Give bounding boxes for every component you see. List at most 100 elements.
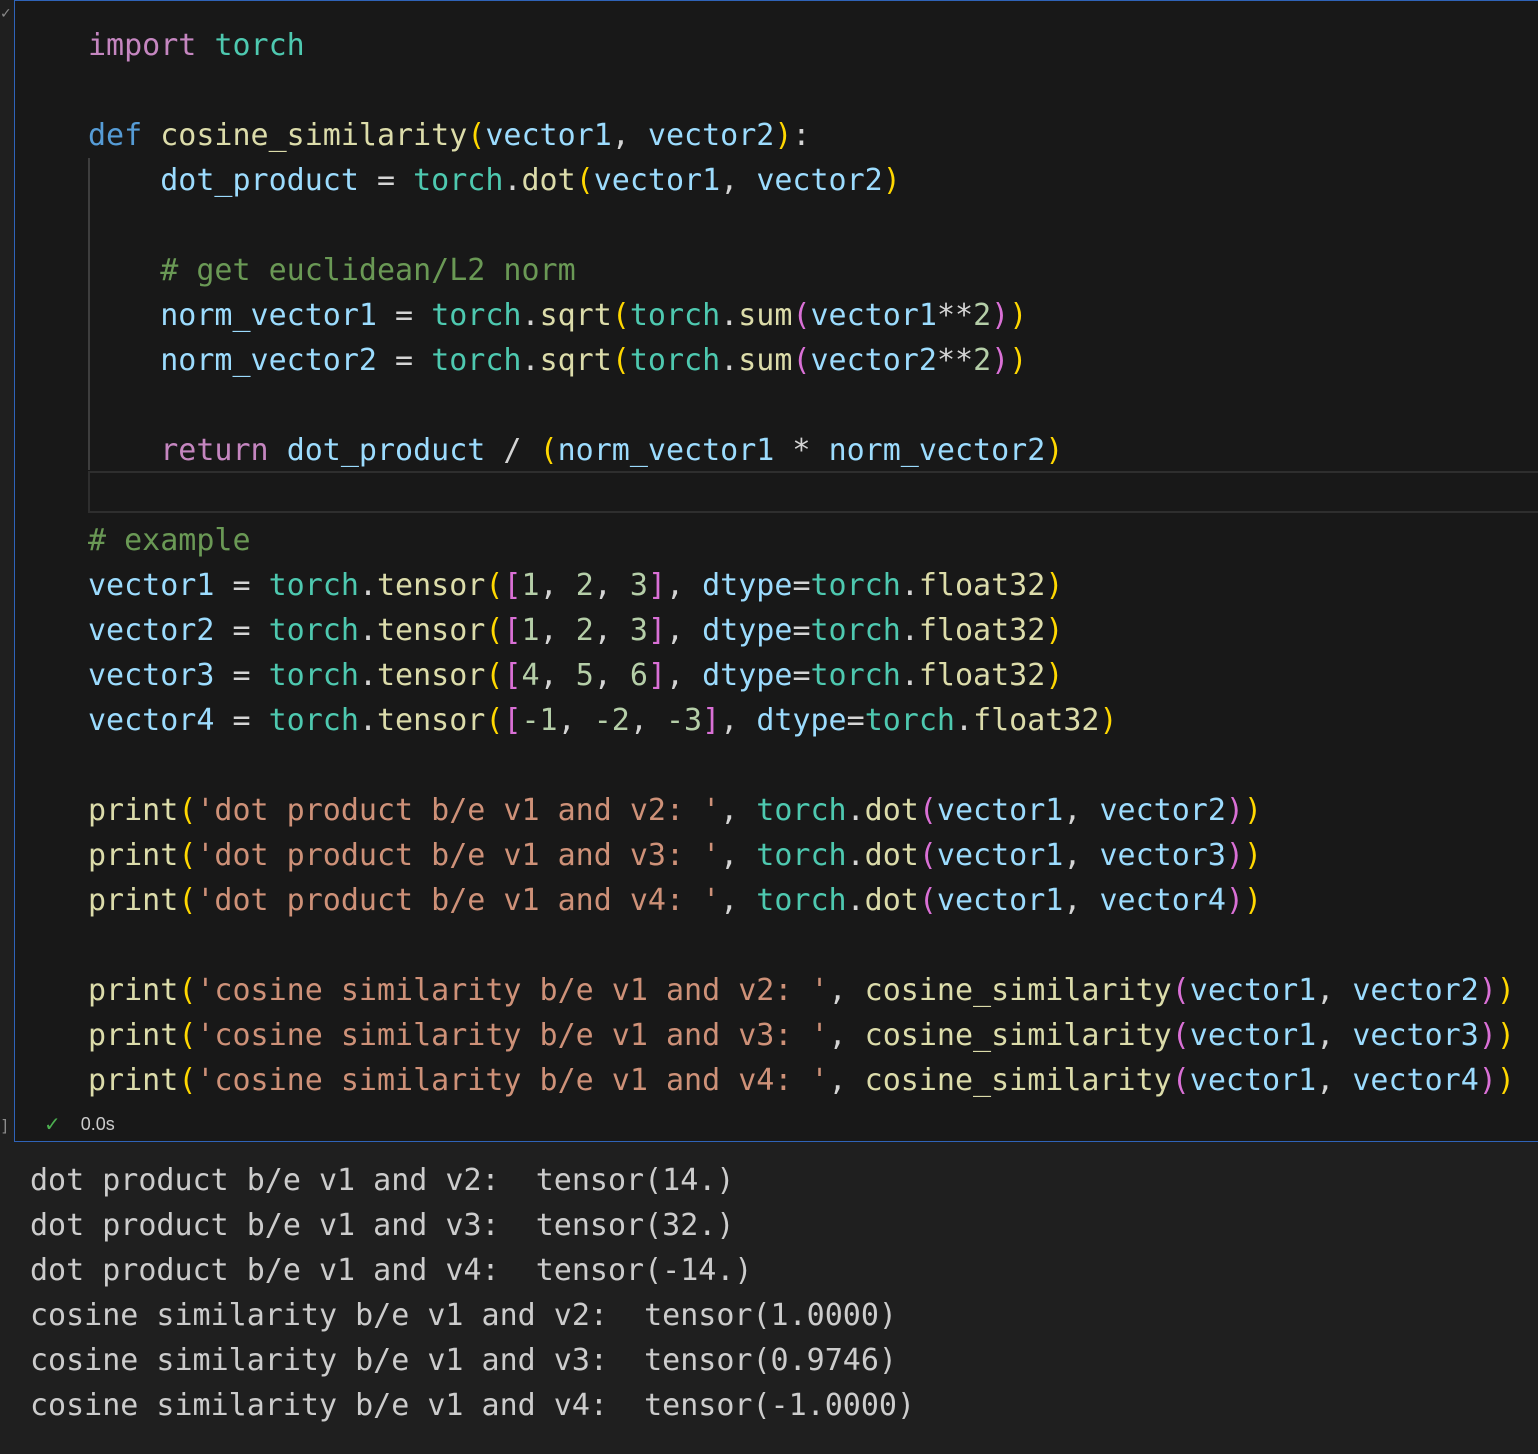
code-token: = — [214, 568, 269, 603]
code-token: norm_vector2 — [828, 433, 1046, 468]
code-token: vector3 — [88, 658, 215, 693]
code-line[interactable]: norm_vector1 = torch.sqrt(torch.sum(vect… — [88, 293, 1515, 338]
code-token: . — [521, 298, 540, 333]
code-token: torch — [268, 703, 359, 738]
code-token: torch — [629, 343, 721, 378]
code-token: vector2 — [756, 163, 883, 198]
code-token: , — [539, 613, 576, 648]
code-token: ) — [1496, 1063, 1515, 1098]
code-token: , — [720, 883, 757, 918]
code-line[interactable]: vector4 = torch.tensor([-1, -2, -3], dty… — [88, 698, 1515, 743]
code-token: print — [88, 883, 179, 918]
code-token: . — [846, 793, 865, 828]
cell-status-bar: ✓ 0.0s — [44, 1112, 115, 1136]
code-token: = — [846, 703, 865, 738]
code-line[interactable] — [88, 743, 1515, 788]
code-token: norm_vector1 — [160, 298, 377, 333]
code-token: ) — [1225, 838, 1244, 873]
code-token: print — [88, 793, 179, 828]
code-line[interactable]: vector1 = torch.tensor([1, 2, 3], dtype=… — [88, 563, 1515, 608]
code-token: ( — [918, 793, 937, 828]
code-token: vector2 — [88, 613, 215, 648]
code-line[interactable]: return dot_product / (norm_vector1 * nor… — [88, 428, 1515, 473]
code-editor[interactable]: import torch def cosine_similarity(vector… — [88, 23, 1515, 1103]
code-token: . — [846, 838, 865, 873]
code-token: ( — [611, 343, 630, 378]
code-token: ( — [178, 973, 197, 1008]
code-line[interactable]: def cosine_similarity(vector1, vector2): — [88, 113, 1515, 158]
code-token: torch — [864, 703, 955, 738]
code-token: ( — [178, 838, 197, 873]
code-line[interactable]: print('dot product b/e v1 and v3: ', tor… — [88, 833, 1515, 878]
code-token: [ — [503, 613, 522, 648]
code-line[interactable] — [88, 383, 1515, 428]
code-line[interactable]: dot_product = torch.dot(vector1, vector2… — [88, 158, 1515, 203]
code-token: . — [900, 568, 919, 603]
code-line[interactable]: import torch — [88, 23, 1515, 68]
code-token: dot_product — [286, 433, 486, 468]
code-token: ( — [485, 613, 504, 648]
code-token: dtype — [756, 703, 847, 738]
code-token: 'dot product b/e v1 and v3: ' — [196, 838, 721, 873]
code-token: print — [88, 973, 179, 1008]
code-line[interactable] — [88, 473, 1515, 518]
output-line: cosine similarity b/e v1 and v4: tensor(… — [30, 1388, 916, 1423]
code-token: dot — [864, 793, 919, 828]
code-line[interactable]: print('cosine similarity b/e v1 and v2: … — [88, 968, 1515, 1013]
code-line[interactable]: print('dot product b/e v1 and v2: ', tor… — [88, 788, 1515, 833]
code-token: / — [485, 433, 540, 468]
code-token: ( — [178, 793, 197, 828]
code-token: ) — [991, 298, 1010, 333]
code-line[interactable]: # example — [88, 518, 1515, 563]
code-token: ) — [1478, 1018, 1497, 1053]
code-token: 2 — [575, 613, 594, 648]
code-line[interactable] — [88, 203, 1515, 248]
code-token: vector1 — [485, 118, 612, 153]
code-token: float32 — [918, 568, 1046, 603]
code-line[interactable] — [88, 923, 1515, 968]
code-token: ( — [792, 298, 811, 333]
code-token: norm_vector1 — [557, 433, 775, 468]
code-token: * — [774, 433, 829, 468]
code-line[interactable]: vector2 = torch.tensor([1, 2, 3], dtype=… — [88, 608, 1515, 653]
code-token: vector3 — [1099, 838, 1226, 873]
code-line[interactable]: print('dot product b/e v1 and v4: ', tor… — [88, 878, 1515, 923]
code-token: , — [666, 613, 703, 648]
cell-bracket-icon: ] — [0, 1116, 10, 1135]
code-line[interactable]: print('cosine similarity b/e v1 and v3: … — [88, 1013, 1515, 1058]
code-token: ) — [1496, 1018, 1515, 1053]
code-token: , — [720, 703, 757, 738]
code-token: ( — [467, 118, 486, 153]
code-token: # example — [88, 523, 251, 558]
code-line[interactable]: # get euclidean/L2 norm — [88, 248, 1515, 293]
code-token: torch — [756, 793, 847, 828]
code-token: . — [521, 343, 540, 378]
code-line[interactable] — [88, 68, 1515, 113]
collapse-chevron-icon[interactable]: ✓ — [0, 6, 12, 22]
code-token: = — [214, 658, 269, 693]
code-token: 'dot product b/e v1 and v2: ' — [196, 793, 721, 828]
code-token: , — [1063, 838, 1100, 873]
code-line[interactable]: print('cosine similarity b/e v1 and v4: … — [88, 1058, 1515, 1103]
code-line[interactable]: vector3 = torch.tensor([4, 5, 6], dtype=… — [88, 653, 1515, 698]
code-token: 2 — [575, 568, 594, 603]
code-token: torch — [214, 28, 305, 63]
code-token: torch — [810, 658, 901, 693]
code-token: 'cosine similarity b/e v1 and v2: ' — [196, 973, 829, 1008]
code-token: print — [88, 838, 179, 873]
code-token: torch — [268, 658, 359, 693]
code-token: ( — [178, 1018, 197, 1053]
code-token: tensor — [377, 568, 486, 603]
code-token: vector1 — [88, 568, 215, 603]
code-token: float32 — [918, 658, 1046, 693]
code-token: , — [593, 658, 630, 693]
code-token: = — [792, 613, 811, 648]
code-token: cosine_similarity — [864, 1018, 1172, 1053]
code-token: , — [611, 118, 648, 153]
output-line: dot product b/e v1 and v2: tensor(14.) — [30, 1163, 735, 1198]
code-token: : — [792, 118, 811, 153]
code-token: , — [593, 613, 630, 648]
code-token: , — [666, 568, 703, 603]
code-line[interactable]: norm_vector2 = torch.sqrt(torch.sum(vect… — [88, 338, 1515, 383]
